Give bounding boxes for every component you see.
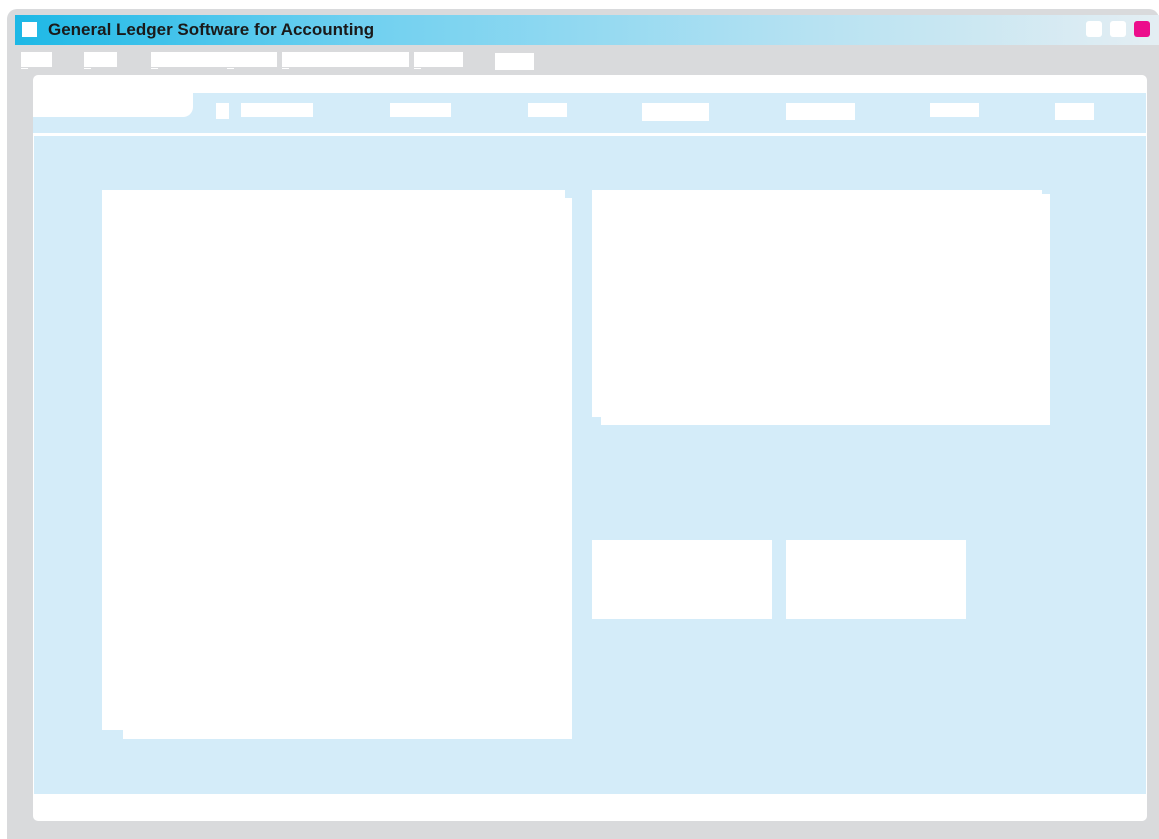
tab-3[interactable] [528,103,567,117]
tab-7[interactable] [1055,103,1094,120]
tab-4[interactable] [642,103,709,121]
menu-mnemonic-3 [151,68,158,69]
menu-mnemonic-2 [84,68,91,69]
menu-mnemonic-4 [282,68,289,69]
title-bar[interactable]: General Ledger Software for Accounting [15,15,1159,45]
summary-panel-body [601,194,1050,425]
tab-bar [33,93,1146,133]
menu-mnemonic-3b [227,68,234,69]
app-window: General Ledger Software for Accounting [7,9,1159,839]
maximize-button[interactable] [1110,21,1126,37]
window-title: General Ledger Software for Accounting [48,20,375,39]
info-card-left [592,540,772,619]
menu-item-3[interactable] [151,52,277,67]
tab-6[interactable] [930,103,979,117]
info-card-right [786,540,966,619]
menu-item-2[interactable] [84,52,117,67]
ledger-panel-body [123,198,572,739]
close-button[interactable] [1134,21,1150,37]
tab-2[interactable] [390,103,451,117]
menu-item-4[interactable] [282,52,409,67]
menu-item-6[interactable] [495,53,534,70]
minimize-button[interactable] [1086,21,1102,37]
app-icon [22,22,37,37]
menu-mnemonic-5 [414,68,421,69]
menu-item-5[interactable] [414,52,463,67]
tab-divider [33,133,1146,135]
tab-1[interactable] [241,103,313,117]
menu-item-1[interactable] [21,52,52,67]
tab-icon[interactable] [216,103,229,119]
workspace [34,136,1146,794]
tab-active[interactable] [33,93,193,117]
main-content [33,75,1147,821]
tab-5[interactable] [786,103,855,120]
menu-mnemonic-1 [21,68,28,69]
